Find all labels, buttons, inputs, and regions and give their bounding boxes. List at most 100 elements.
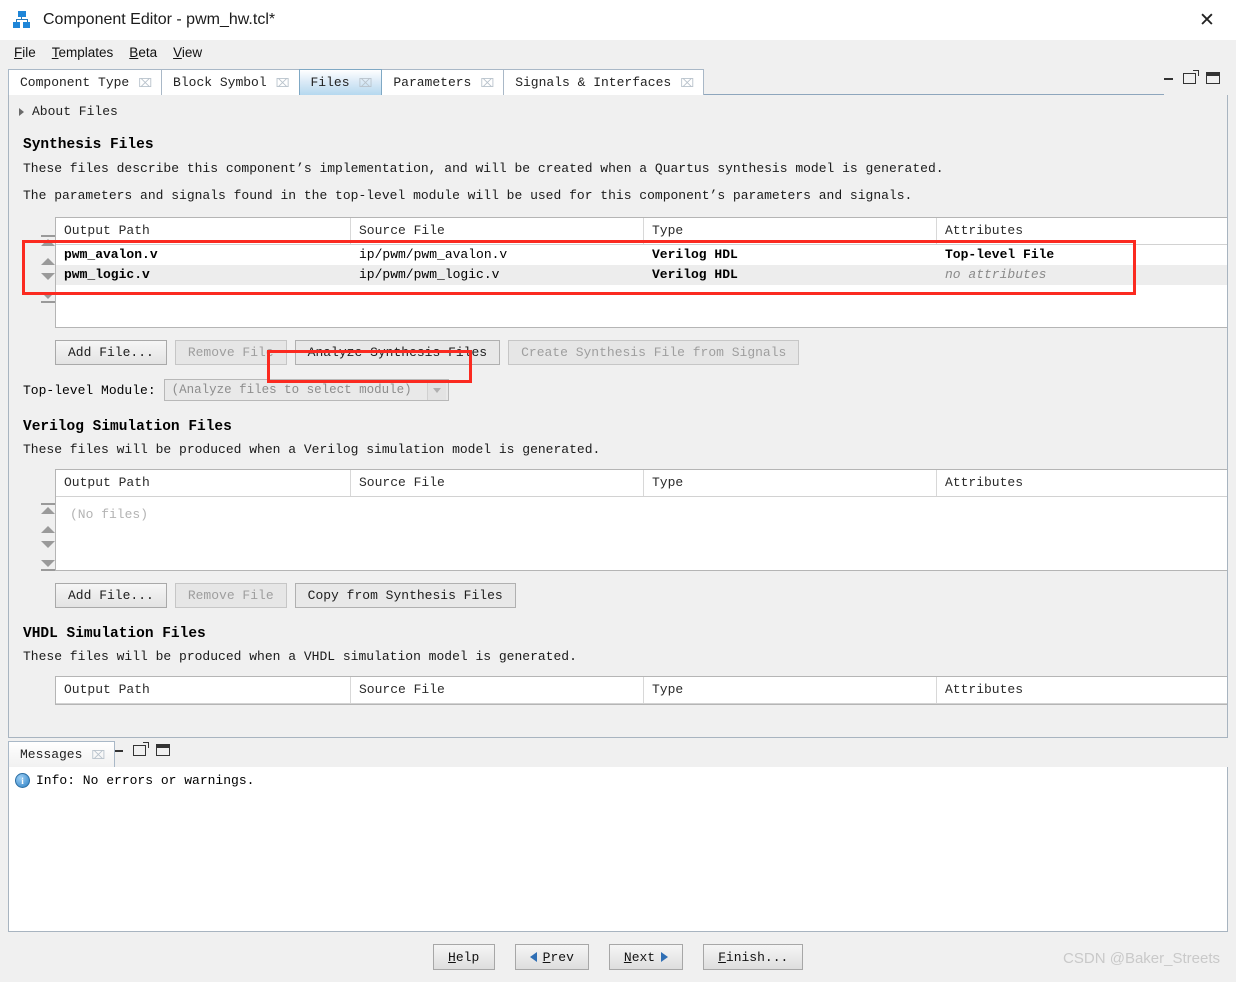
- tab-files-label: Files: [310, 75, 350, 90]
- tab-close-icon[interactable]: ⌧: [276, 76, 290, 90]
- restore-icon[interactable]: [156, 744, 171, 756]
- finish-button[interactable]: Finish...: [703, 944, 804, 970]
- vhdl-sim-table-block: Output Path Source File Type Attributes: [23, 676, 1227, 705]
- tab-component-type-label: Component Type: [20, 75, 130, 90]
- next-mnemonic: N: [623, 949, 632, 965]
- menu-view[interactable]: View: [165, 43, 210, 62]
- chevron-right-icon: [19, 107, 24, 116]
- synthesis-button-row: Add File... Remove File Analyze Synthesi…: [55, 340, 1227, 365]
- synthesis-reorder-controls: [37, 235, 59, 303]
- tab-close-icon[interactable]: ⌧: [480, 76, 494, 90]
- about-files-expander[interactable]: About Files: [9, 95, 1227, 119]
- verilog-reorder-controls: [37, 503, 59, 571]
- chevron-down-icon[interactable]: [426, 380, 446, 400]
- info-icon: i: [15, 773, 30, 788]
- move-to-bottom-icon[interactable]: [41, 560, 55, 571]
- message-text: Info: No errors or warnings.: [36, 773, 255, 788]
- close-icon[interactable]: ✕: [1186, 4, 1228, 36]
- menu-view-mnemonic: V: [173, 44, 182, 60]
- move-up-icon[interactable]: [41, 522, 55, 533]
- column-header-type[interactable]: Type: [644, 470, 937, 496]
- move-to-bottom-icon[interactable]: [41, 292, 55, 303]
- move-to-top-icon[interactable]: [41, 235, 55, 246]
- add-file-button[interactable]: Add File...: [55, 340, 167, 365]
- window-title: Component Editor - pwm_hw.tcl*: [43, 11, 276, 28]
- next-button[interactable]: Next: [608, 944, 684, 970]
- float-icon[interactable]: [1183, 69, 1199, 84]
- column-header-type[interactable]: Type: [644, 218, 937, 244]
- tab-messages-label: Messages: [20, 747, 83, 762]
- messages-panel-controls: [114, 737, 178, 767]
- synthesis-files-table[interactable]: Output Path Source File Type Attributes …: [55, 217, 1227, 328]
- synthesis-files-desc-2: The parameters and signals found in the …: [23, 188, 913, 203]
- move-down-icon[interactable]: [41, 273, 55, 284]
- tab-close-icon[interactable]: ⌧: [91, 748, 105, 762]
- verilog-sim-files-table[interactable]: Output Path Source File Type Attributes …: [55, 469, 1227, 571]
- column-header-source-file[interactable]: Source File: [351, 470, 644, 496]
- column-header-source-file[interactable]: Source File: [351, 677, 644, 703]
- arrow-right-icon: [661, 952, 669, 962]
- cell-source-file: ip/pwm/pwm_avalon.v: [359, 247, 508, 262]
- table-row[interactable]: pwm_logic.v ip/pwm/pwm_logic.v Verilog H…: [56, 265, 1227, 285]
- prev-button[interactable]: Prev: [514, 944, 589, 970]
- column-header-type[interactable]: Type: [644, 677, 937, 703]
- restore-icon[interactable]: [1206, 72, 1220, 84]
- tab-messages[interactable]: Messages ⌧: [8, 741, 116, 767]
- vhdl-sim-files-table[interactable]: Output Path Source File Type Attributes: [55, 676, 1227, 705]
- verilog-table-header: Output Path Source File Type Attributes: [56, 470, 1227, 497]
- column-header-output-path[interactable]: Output Path: [56, 218, 351, 244]
- tab-block-symbol-label: Block Symbol: [173, 75, 267, 90]
- tab-strip-filler: [703, 68, 1164, 95]
- column-header-source-file[interactable]: Source File: [351, 218, 644, 244]
- verilog-empty-message: (No files): [70, 507, 149, 522]
- help-button[interactable]: Help: [432, 944, 495, 970]
- menu-templates[interactable]: Templates: [44, 43, 122, 62]
- tab-component-type[interactable]: Component Type ⌧: [8, 69, 163, 95]
- create-synthesis-file-from-signals-button: Create Synthesis File from Signals: [508, 340, 800, 365]
- menu-view-label: iew: [181, 44, 203, 60]
- tab-close-icon[interactable]: ⌧: [138, 76, 152, 90]
- menu-file[interactable]: File: [6, 43, 44, 62]
- vhdl-sim-files-title: VHDL Simulation Files: [23, 626, 206, 642]
- verilog-add-file-button[interactable]: Add File...: [55, 583, 167, 608]
- minimize-icon[interactable]: [1164, 78, 1173, 80]
- float-icon[interactable]: [133, 741, 150, 756]
- copy-from-synthesis-files-button[interactable]: Copy from Synthesis Files: [294, 583, 516, 608]
- wizard-footer: Help Prev Next Finish...: [0, 932, 1236, 982]
- files-page: About Files Synthesis Files These files …: [8, 95, 1228, 738]
- column-header-attributes[interactable]: Attributes: [937, 218, 1227, 244]
- messages-panel-body: i Info: No errors or warnings.: [8, 767, 1228, 932]
- tab-block-symbol[interactable]: Block Symbol ⌧: [161, 69, 300, 95]
- tab-close-icon[interactable]: ⌧: [680, 76, 694, 90]
- tab-files[interactable]: Files ⌧: [298, 69, 383, 95]
- table-row[interactable]: pwm_avalon.v ip/pwm/pwm_avalon.v Verilog…: [56, 245, 1227, 265]
- watermark: CSDN @Baker_Streets: [1063, 950, 1220, 967]
- verilog-remove-file-button: Remove File: [174, 583, 287, 608]
- menu-file-mnemonic: F: [14, 44, 23, 60]
- move-up-icon[interactable]: [41, 254, 55, 265]
- column-header-output-path[interactable]: Output Path: [56, 677, 351, 703]
- column-header-output-path[interactable]: Output Path: [56, 470, 351, 496]
- move-down-icon[interactable]: [41, 541, 55, 552]
- menu-beta[interactable]: Beta: [121, 43, 165, 62]
- synthesis-files-desc-1: These files describe this component’s im…: [23, 161, 944, 176]
- tab-parameters[interactable]: Parameters ⌧: [381, 69, 505, 95]
- next-label: ext: [631, 949, 656, 965]
- tab-parameters-label: Parameters: [393, 75, 472, 90]
- finish-label: inish...: [725, 949, 789, 965]
- minimize-icon[interactable]: [114, 750, 124, 752]
- hierarchy-icon: [13, 11, 31, 29]
- analyze-synthesis-files-button[interactable]: Analyze Synthesis Files: [294, 340, 501, 365]
- tab-signals-interfaces[interactable]: Signals & Interfaces ⌧: [503, 69, 705, 95]
- menu-beta-label: eta: [138, 44, 158, 60]
- editor-tab-strip: Component Type ⌧ Block Symbol ⌧ Files ⌧ …: [8, 68, 1228, 96]
- cell-attributes: no attributes: [945, 267, 1047, 282]
- menu-bar: File Templates Beta View: [0, 40, 1236, 64]
- column-header-attributes[interactable]: Attributes: [937, 470, 1227, 496]
- menu-templates-label: emplates: [58, 44, 114, 60]
- tab-close-icon[interactable]: ⌧: [359, 76, 373, 90]
- move-to-top-icon[interactable]: [41, 503, 55, 514]
- help-label: elp: [455, 949, 480, 965]
- top-level-module-select[interactable]: (Analyze files to select module): [163, 379, 449, 401]
- column-header-attributes[interactable]: Attributes: [937, 677, 1227, 703]
